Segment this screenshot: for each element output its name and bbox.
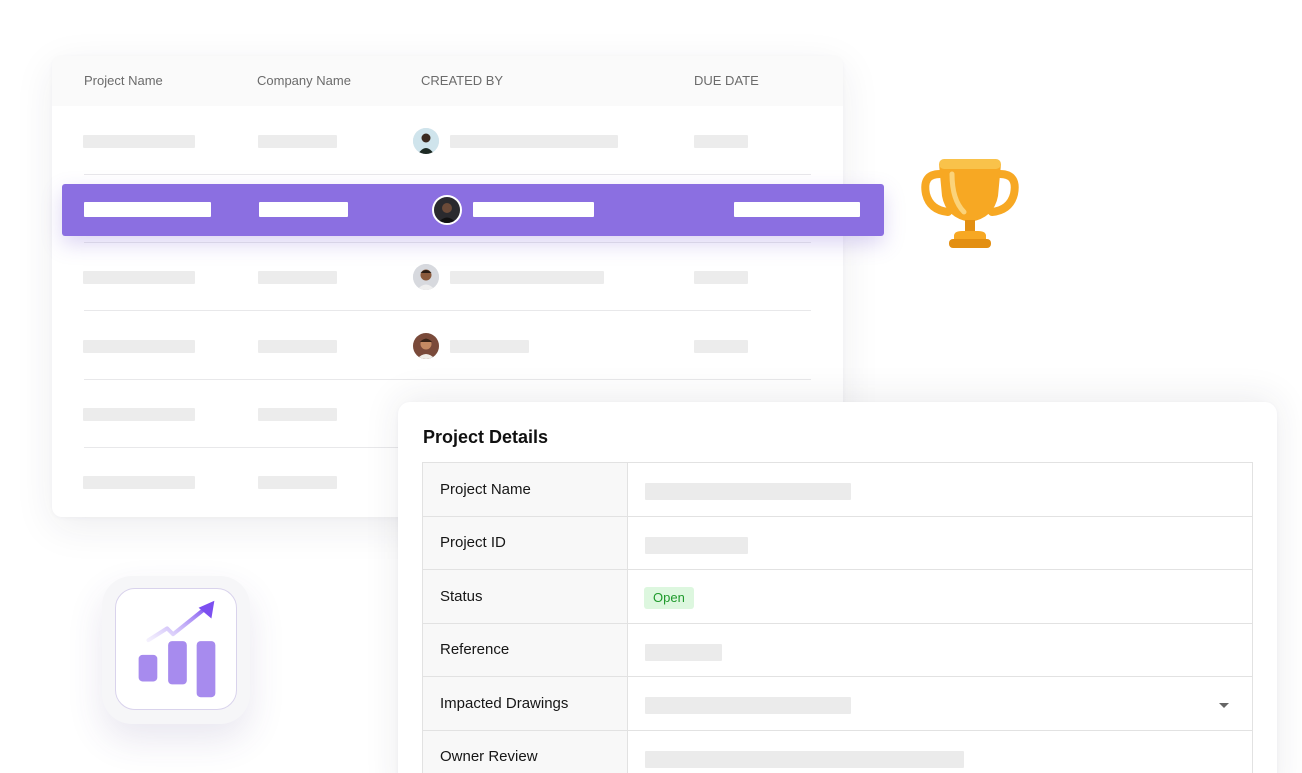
company-name-placeholder <box>258 135 337 148</box>
status-badge: Open <box>644 587 694 609</box>
creator-name-placeholder <box>473 202 594 217</box>
company-name-placeholder <box>258 408 337 421</box>
value-placeholder <box>645 750 964 768</box>
table-header: Project Name Company Name CREATED BY DUE… <box>52 56 843 106</box>
selected-table-row[interactable] <box>62 184 884 236</box>
project-details-panel: Project Details Project Name Project ID … <box>398 402 1277 773</box>
company-name-placeholder <box>258 271 337 284</box>
creator-name-placeholder <box>450 271 604 284</box>
company-name-placeholder <box>259 202 348 217</box>
detail-label: Owner Review <box>423 730 628 773</box>
value-placeholder <box>645 643 722 661</box>
avatar <box>432 195 462 225</box>
details-title: Project Details <box>423 427 549 447</box>
project-name-placeholder <box>83 135 195 148</box>
detail-row-project-id: Project ID <box>423 516 1252 570</box>
due-date-placeholder <box>694 271 748 284</box>
project-name-placeholder <box>83 408 195 421</box>
reference-field[interactable] <box>628 624 1252 677</box>
detail-row-project-name: Project Name <box>423 463 1252 517</box>
value-placeholder <box>645 536 748 554</box>
chevron-down-icon[interactable] <box>1219 703 1229 708</box>
creator-name-placeholder <box>450 340 529 353</box>
column-header-due-date[interactable]: DUE DATE <box>694 73 759 88</box>
project-name-placeholder <box>83 340 195 353</box>
due-date-placeholder <box>694 135 748 148</box>
detail-label: Impacted Drawings <box>423 677 628 730</box>
table-row[interactable] <box>52 243 843 311</box>
status-field[interactable]: Open <box>628 570 1252 623</box>
project-name-placeholder <box>84 202 211 217</box>
detail-label: Reference <box>423 623 628 676</box>
details-table: Project Name Project ID Status Open Refe… <box>422 462 1253 773</box>
value-placeholder <box>645 483 851 500</box>
company-name-placeholder <box>258 340 337 353</box>
detail-row-owner-review: Owner Review <box>423 730 1252 773</box>
detail-row-reference: Reference <box>423 623 1252 677</box>
company-name-placeholder <box>258 476 337 489</box>
detail-row-impacted-drawings: Impacted Drawings <box>423 677 1252 731</box>
table-row[interactable] <box>52 312 843 380</box>
detail-label: Project Name <box>423 463 628 516</box>
creator-name-placeholder <box>450 135 618 148</box>
column-header-project-name[interactable]: Project Name <box>84 73 163 88</box>
column-header-company-name[interactable]: Company Name <box>257 73 351 88</box>
avatar <box>413 128 439 154</box>
project-name-field[interactable] <box>628 463 1252 516</box>
growth-app-icon <box>102 576 250 724</box>
detail-label: Project ID <box>423 516 628 569</box>
row-divider <box>84 310 811 311</box>
avatar <box>413 264 439 290</box>
due-date-placeholder <box>694 340 748 353</box>
table-row[interactable] <box>52 107 843 175</box>
impacted-drawings-dropdown[interactable] <box>628 677 1252 730</box>
growth-chart-icon <box>115 588 237 710</box>
detail-label: Status <box>423 570 628 623</box>
column-header-created-by[interactable]: CREATED BY <box>421 73 503 88</box>
trophy-icon <box>918 152 1022 256</box>
avatar <box>413 333 439 359</box>
value-placeholder <box>645 697 851 714</box>
project-id-field[interactable] <box>628 517 1252 570</box>
detail-row-status: Status Open <box>423 570 1252 624</box>
project-name-placeholder <box>83 476 195 489</box>
project-name-placeholder <box>83 271 195 284</box>
owner-review-field[interactable] <box>628 731 1252 773</box>
due-date-placeholder <box>734 202 860 217</box>
